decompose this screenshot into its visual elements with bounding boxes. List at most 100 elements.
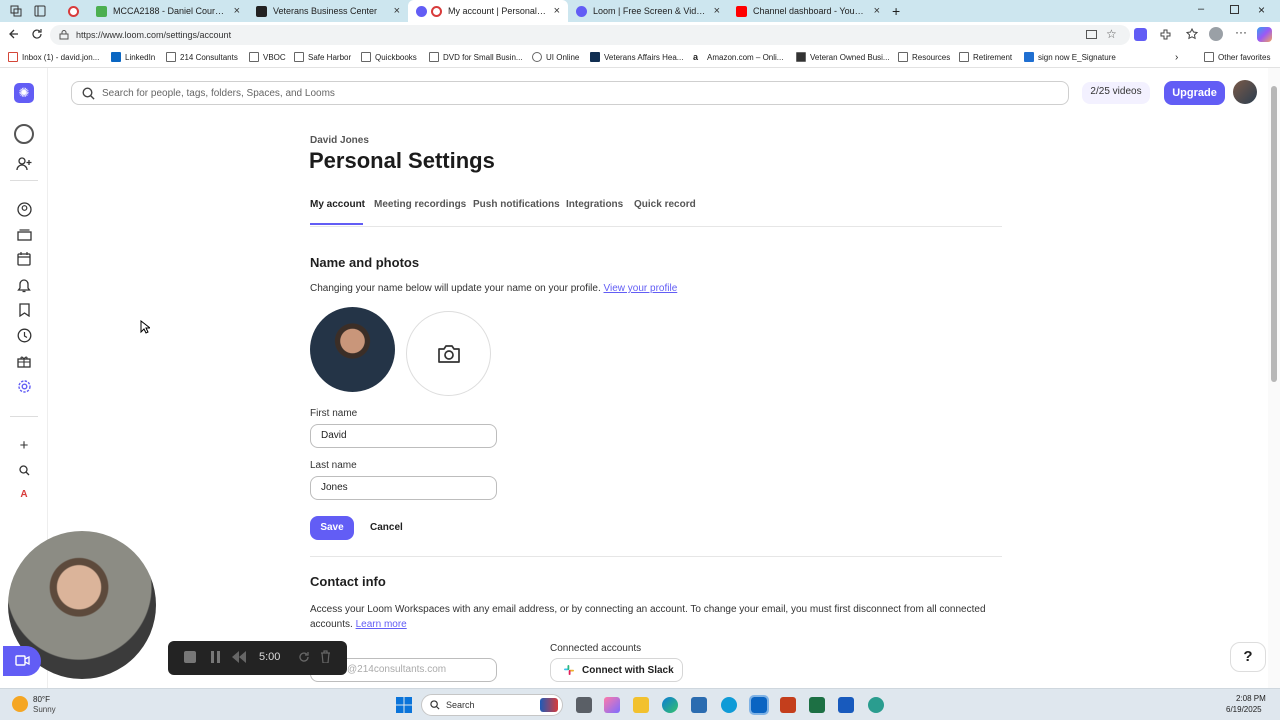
loom-extension-icon[interactable] (1134, 28, 1147, 41)
history-clock-icon[interactable] (14, 325, 34, 345)
copilot-icon[interactable] (1257, 27, 1272, 42)
new-tab-icon[interactable]: + (892, 3, 900, 19)
page-scrollbar[interactable] (1268, 68, 1280, 688)
save-button[interactable]: Save (310, 516, 354, 540)
restart-icon[interactable] (298, 651, 310, 663)
learn-more-link[interactable]: Learn more (356, 619, 407, 630)
loom-logo-icon[interactable]: ✺ (14, 83, 34, 103)
delete-icon[interactable] (320, 650, 331, 663)
cast-icon[interactable] (1086, 29, 1097, 40)
bookmark-folder[interactable]: 214 Consultants (166, 52, 238, 62)
browser-tab-active[interactable]: My account | Personal Settin × (408, 0, 568, 22)
bookmark-signnow[interactable]: sign now E_Signature (1024, 52, 1116, 62)
close-tab-icon[interactable]: × (234, 5, 240, 17)
first-name-input[interactable]: David (310, 424, 497, 448)
bookmark-folder[interactable]: Retirement (959, 52, 1012, 62)
browser-tab-recording[interactable] (60, 0, 86, 22)
user-avatar[interactable] (1233, 80, 1257, 104)
refresh-icon[interactable] (31, 28, 43, 40)
profile-icon[interactable] (14, 199, 34, 219)
search-input[interactable]: Search for people, tags, folders, Spaces… (71, 81, 1069, 105)
tab-my-account[interactable]: My account (310, 199, 365, 210)
file-explorer-icon[interactable] (633, 697, 649, 713)
workspaces-icon[interactable] (10, 5, 22, 17)
task-view-icon[interactable] (576, 697, 592, 713)
camera-toggle-button[interactable] (3, 646, 41, 676)
bookmark-gmail[interactable]: Inbox (1) - david.jon... (8, 52, 99, 62)
favorites-icon[interactable] (1186, 28, 1198, 40)
gift-icon[interactable] (14, 351, 34, 371)
tab-meeting-recordings[interactable]: Meeting recordings (374, 199, 466, 210)
favorite-star-icon[interactable]: ☆ (1106, 27, 1117, 41)
settings-gear-icon[interactable] (14, 376, 34, 396)
more-bookmarks-chevron-icon[interactable]: › (1175, 52, 1178, 63)
photo-upload-button[interactable] (406, 311, 491, 396)
invite-user-icon[interactable] (14, 154, 34, 174)
word-icon[interactable] (838, 697, 854, 713)
weather-temp[interactable]: 80°F (33, 695, 50, 704)
bookmark-other-favorites[interactable]: Other favorites (1204, 52, 1270, 62)
minimize-icon[interactable]: – (1198, 3, 1204, 15)
add-icon[interactable]: + (14, 435, 34, 455)
rewind-icon[interactable] (232, 651, 246, 663)
app-icon[interactable] (780, 697, 796, 713)
cancel-button[interactable]: Cancel (370, 522, 403, 533)
bookmark-folder[interactable]: VBOC (249, 52, 286, 62)
stop-icon[interactable] (184, 651, 196, 663)
copilot-app-icon[interactable] (604, 697, 620, 713)
bookmark-folder[interactable]: DVD for Small Busin... (429, 52, 523, 62)
extensions-icon[interactable] (1159, 28, 1171, 40)
last-name-input[interactable]: Jones (310, 476, 497, 500)
tab-quick-record[interactable]: Quick record (634, 199, 696, 210)
browser-tab[interactable]: Veterans Business Center × (248, 0, 408, 22)
taskbar-search[interactable]: Search (421, 694, 563, 716)
upgrade-button[interactable]: Upgrade (1164, 81, 1225, 105)
tab-push-notifications[interactable]: Push notifications (473, 199, 560, 210)
bookmark-ui-online[interactable]: UI Online (532, 52, 579, 62)
browser-tab[interactable]: Loom | Free Screen & Video Reco × (568, 0, 728, 22)
profile-photo[interactable] (310, 307, 395, 392)
bookmark-va[interactable]: Veterans Affairs Hea... (590, 52, 683, 62)
close-tab-icon[interactable]: × (554, 5, 560, 17)
more-menu-icon[interactable]: ··· (1235, 25, 1247, 39)
connect-slack-button[interactable]: Connect with Slack (550, 658, 683, 682)
bookmark-icon[interactable] (14, 300, 34, 320)
notifications-bell-icon[interactable] (14, 275, 34, 295)
tab-actions-icon[interactable] (34, 5, 46, 17)
windows-start-icon[interactable] (396, 697, 412, 713)
pause-icon[interactable] (210, 651, 221, 663)
close-tab-icon[interactable]: × (714, 5, 720, 17)
workspace-switcher[interactable]: A (14, 484, 34, 504)
store-icon[interactable] (691, 697, 707, 713)
close-window-icon[interactable]: × (1258, 3, 1265, 17)
outlook-icon[interactable] (749, 695, 769, 715)
bookmark-amazon[interactable]: a Amazon.com – Onli... (693, 52, 783, 62)
search-icon[interactable] (14, 460, 34, 480)
close-tab-icon[interactable]: × (394, 5, 400, 17)
scrollbar-thumb[interactable] (1271, 86, 1277, 382)
app-icon[interactable] (868, 697, 884, 713)
edge-icon[interactable] (662, 697, 678, 713)
site-info-icon[interactable] (59, 30, 69, 40)
browser-tab[interactable]: Channel dashboard - YouTube St × (728, 0, 888, 22)
view-profile-link[interactable]: View your profile (604, 283, 678, 294)
excel-icon[interactable] (809, 697, 825, 713)
help-button[interactable]: ? (1230, 642, 1266, 672)
back-icon[interactable] (8, 28, 20, 40)
close-tab-icon[interactable]: × (874, 5, 880, 17)
tab-integrations[interactable]: Integrations (566, 199, 623, 210)
app-icon[interactable] (721, 697, 737, 713)
calendar-icon[interactable] (14, 249, 34, 269)
maximize-icon[interactable] (1230, 5, 1239, 14)
bookmark-linkedin[interactable]: LinkedIn (111, 52, 155, 62)
browser-tab[interactable]: MCCA2188 - Daniel Courselle on × (88, 0, 248, 22)
bookmark-folder[interactable]: Resources (898, 52, 950, 62)
video-count-badge[interactable]: 2/25 videos (1082, 82, 1150, 104)
profile-icon[interactable] (1209, 27, 1223, 41)
clock-time[interactable]: 2:08 PM (1236, 694, 1266, 703)
workspace-avatar[interactable] (14, 124, 34, 144)
bookmark-folder[interactable]: Quickbooks (361, 52, 417, 62)
bookmark-veteran-owned[interactable]: Veteran Owned Busi... (796, 52, 890, 62)
bookmark-folder[interactable]: Safe Harbor (294, 52, 351, 62)
library-icon[interactable] (14, 224, 34, 244)
